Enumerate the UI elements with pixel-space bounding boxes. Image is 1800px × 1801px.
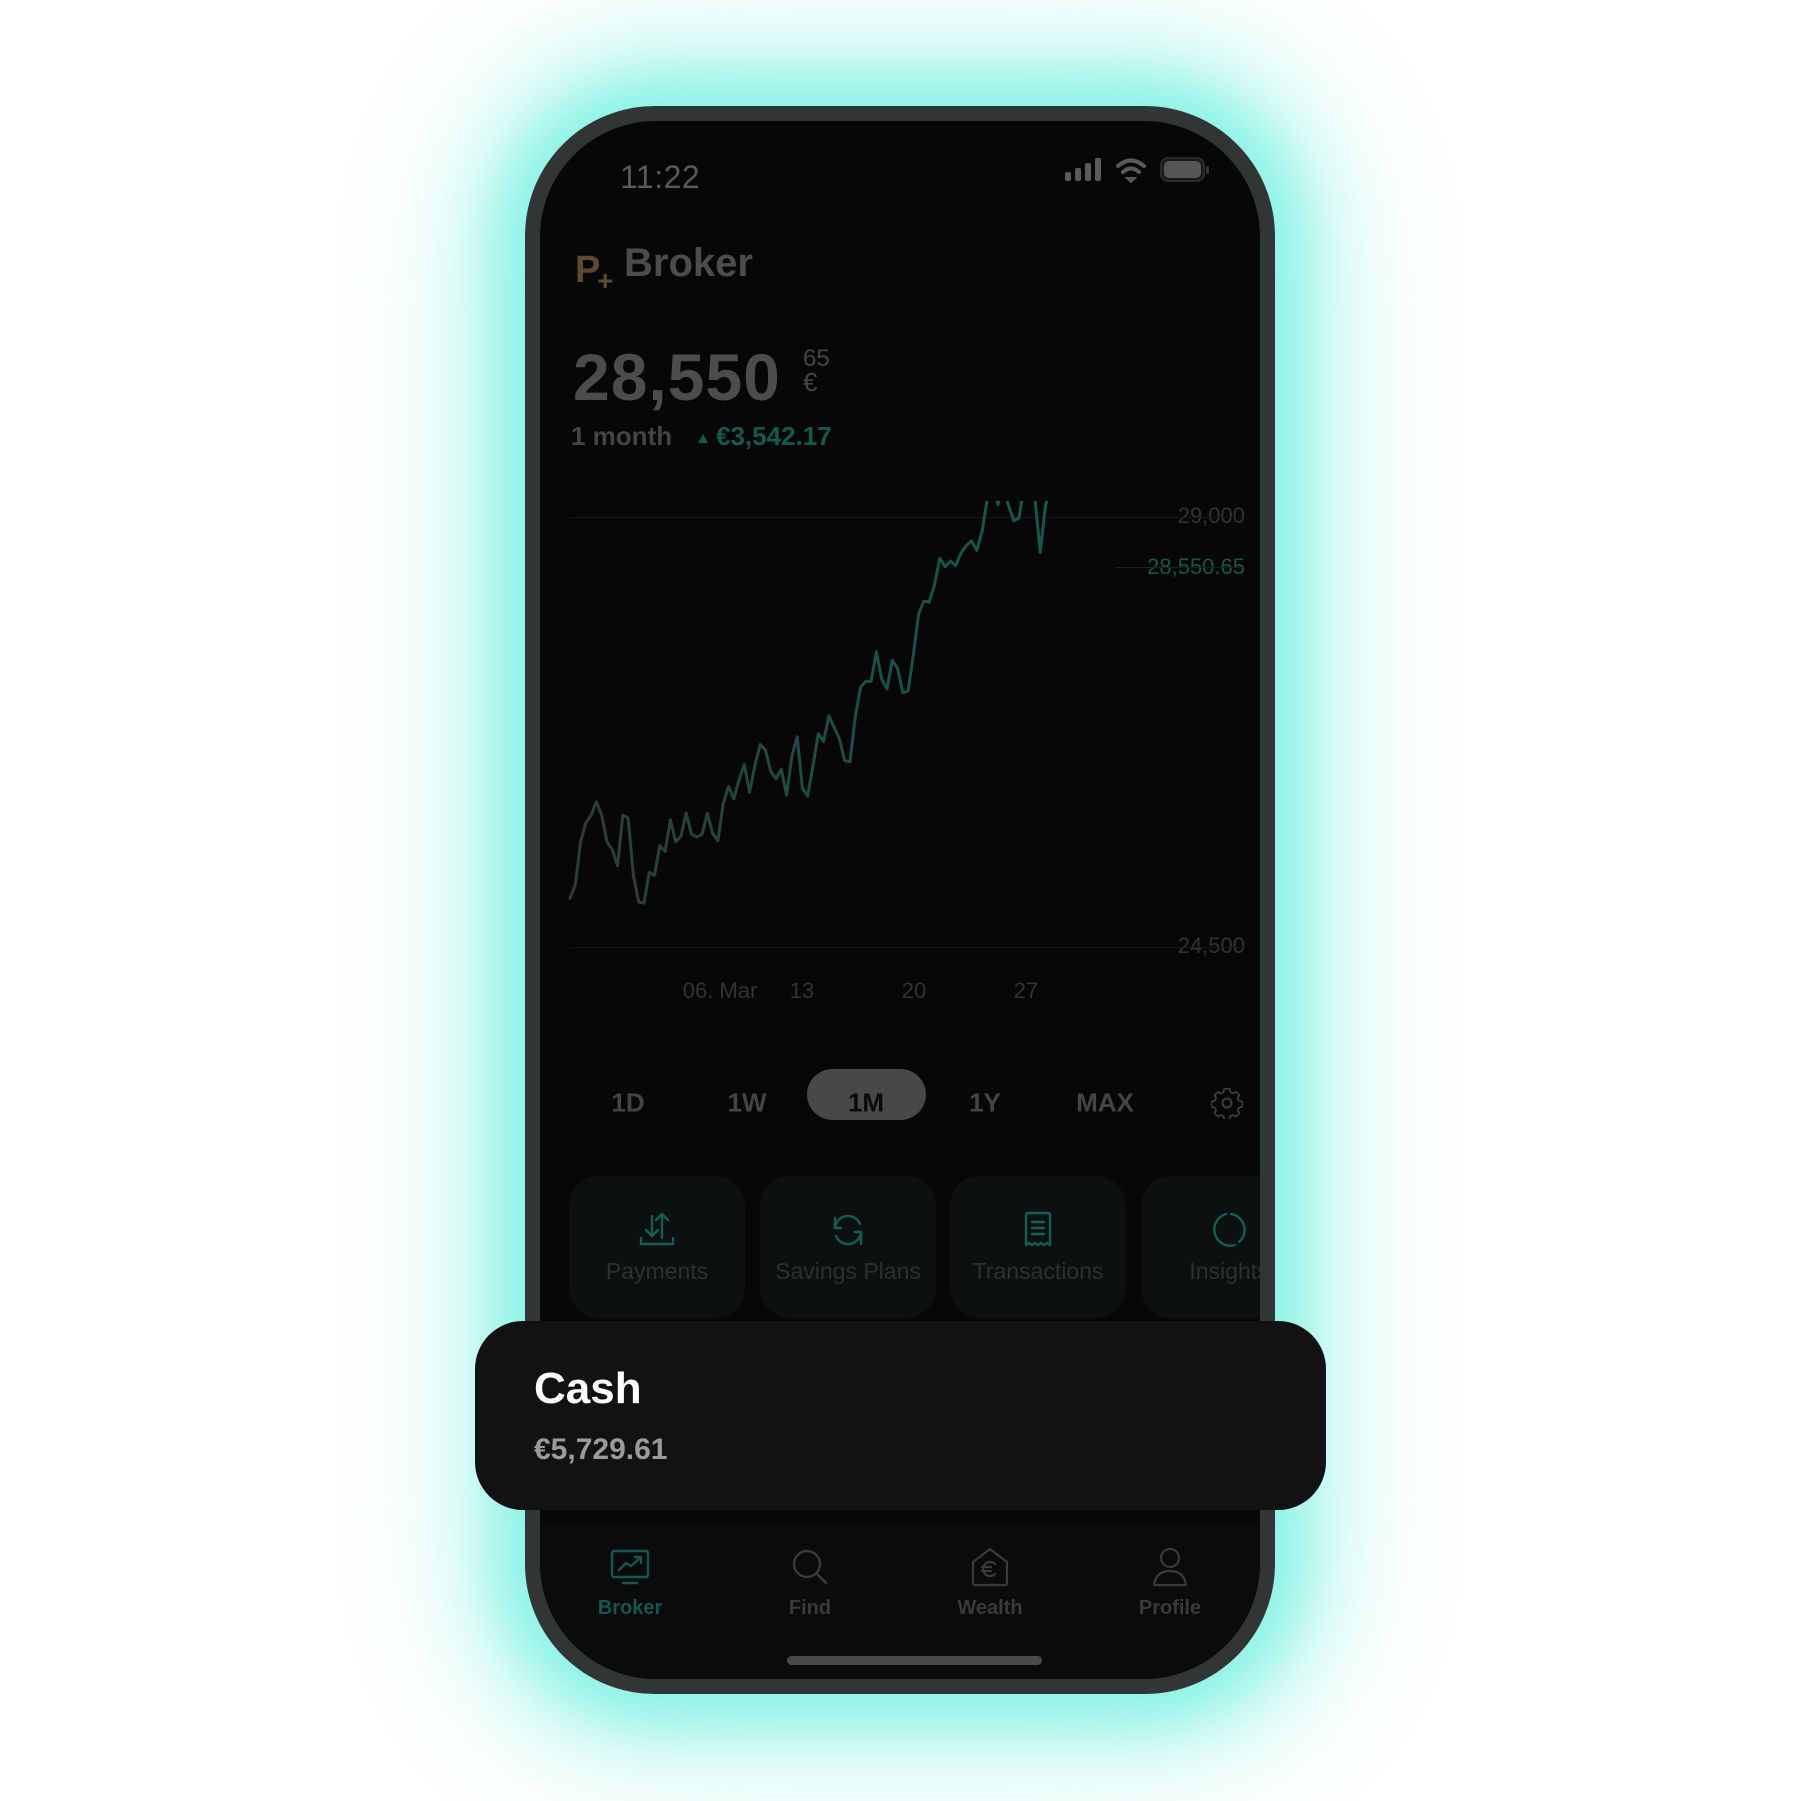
quick-action-insights[interactable]: Insights [1141,1176,1260,1318]
app-logo: P + [575,249,613,296]
nav-label: Broker [597,1597,663,1619]
quick-action-label: Transactions [972,1258,1104,1284]
refresh-cycle-icon [833,1214,863,1246]
nav-label: Profile [1138,1597,1202,1619]
chart-monitor-icon [610,1549,650,1585]
x-tick-label: 13 [789,978,815,1003]
series-line-portfolio-value [568,501,1049,905]
receipt-icon [1024,1211,1052,1247]
logo-plus: + [597,265,614,296]
cash-title: Cash [534,1364,642,1413]
battery-icon [1160,157,1209,182]
cash-card[interactable]: Cash €5,729.61 [475,1321,1326,1510]
range-tab-1w[interactable]: 1W [728,1088,767,1119]
cash-amount: €5,729.61 [534,1433,668,1466]
up-triangle-icon [698,434,708,443]
period-change: €3,542.17 [716,421,832,451]
gear-icon[interactable] [1211,1087,1243,1119]
portfolio-value: 28,550 [573,340,781,414]
quick-action-savings-plans[interactable]: Savings Plans [760,1176,936,1318]
nav-item-find[interactable]: Find [750,1545,870,1620]
quick-action-label: Payments [605,1258,709,1284]
quick-action-label: Insights [1189,1258,1260,1284]
y-tick-label: 24,500 [1177,933,1245,958]
nav-item-wealth[interactable]: Wealth [930,1545,1050,1620]
transfer-arrows-icon [639,1212,675,1246]
x-tick-label: 06. Mar [682,978,758,1003]
nav-item-profile[interactable]: Profile [1110,1545,1230,1620]
range-tab-max[interactable]: MAX [1076,1088,1134,1119]
x-tick-label: 27 [1013,978,1039,1003]
donut-chart-icon [1213,1212,1246,1247]
range-tab-1d[interactable]: 1D [611,1088,644,1119]
euro-house-icon [971,1547,1009,1587]
quick-action-label: Savings Plans [775,1258,921,1284]
range-tab-1y[interactable]: 1Y [969,1088,1001,1119]
nav-item-broker[interactable]: Broker [570,1545,690,1620]
wifi-icon [1116,158,1146,183]
grid-line-bottom [570,947,1245,948]
portfolio-line-chart[interactable] [540,501,1260,961]
page-title: Broker [624,241,753,285]
status-time: 11:22 [620,159,701,195]
signal-icon [1065,158,1101,181]
status-icons [1065,157,1209,183]
nav-label: Find [788,1597,832,1619]
x-tick-label: 20 [901,978,927,1003]
person-icon [1152,1547,1188,1587]
home-indicator[interactable] [787,1656,1042,1665]
range-tab-1m[interactable]: 1M [848,1088,884,1119]
search-icon [792,1549,828,1585]
quick-action-transactions[interactable]: Transactions [950,1176,1126,1318]
nav-label: Wealth [957,1597,1023,1619]
portfolio-currency: € [803,367,818,397]
quick-action-payments[interactable]: Payments [569,1176,745,1318]
period-label: 1 month [571,421,673,451]
